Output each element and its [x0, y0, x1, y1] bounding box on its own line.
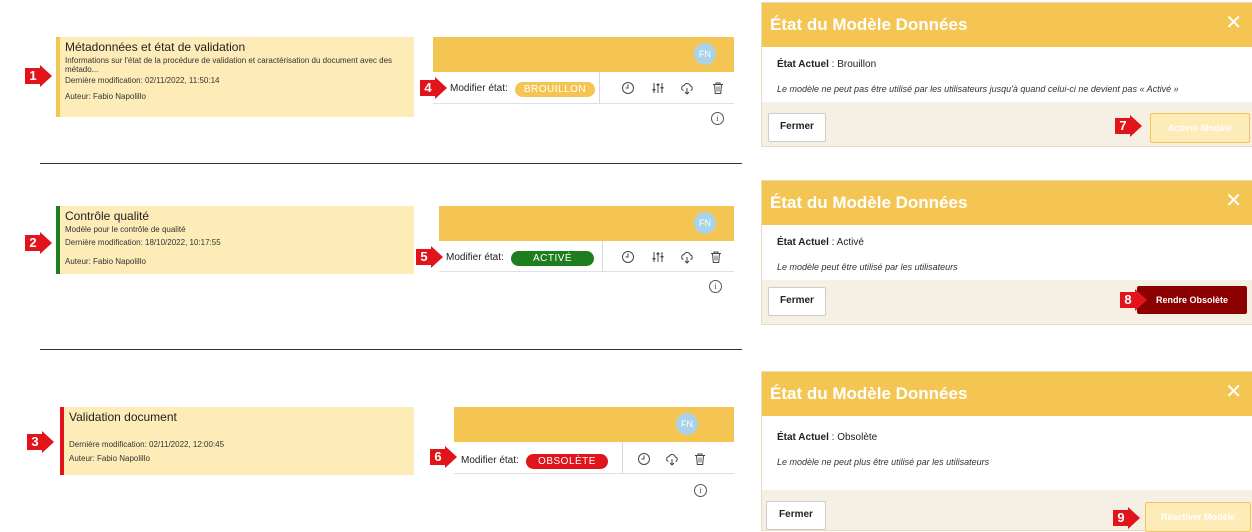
close-button[interactable]: Fermer: [768, 113, 826, 142]
make-obsolete-button[interactable]: Rendre Obsolète: [1137, 286, 1247, 314]
current-state: État Actuel : Activé: [777, 237, 864, 248]
callout-marker: 3: [27, 431, 57, 453]
cloud-download-icon[interactable]: [680, 250, 694, 264]
divider: [599, 72, 600, 103]
info-icon[interactable]: i: [694, 484, 707, 497]
avatar[interactable]: FN: [694, 43, 716, 65]
callout-marker: 2: [25, 232, 55, 254]
divider: [454, 473, 734, 474]
state-modal: État du Modèle Données ✕ État Actuel : Br…: [761, 2, 1252, 147]
divider: [433, 103, 734, 104]
history-icon[interactable]: [637, 452, 651, 466]
sliders-icon[interactable]: [651, 250, 665, 264]
modal-title: État du Modèle Données: [770, 193, 968, 212]
cloud-download-icon[interactable]: [680, 81, 694, 95]
current-state-value: : Obsolète: [831, 432, 878, 443]
document-description: Modèle pour le contrôle de qualité: [65, 225, 186, 234]
document-card[interactable]: Validation document Dernière modificatio…: [60, 407, 414, 475]
modal-title: État du Modèle Données: [770, 15, 968, 34]
state-color-bar: [56, 37, 60, 117]
close-icon[interactable]: ✕: [1225, 382, 1242, 402]
trash-icon[interactable]: [709, 250, 723, 264]
trash-icon[interactable]: [693, 452, 707, 466]
close-button[interactable]: Fermer: [768, 287, 826, 316]
divider: [622, 442, 623, 473]
history-icon[interactable]: [621, 250, 635, 264]
state-message: Le modèle peut être utilisé par les util…: [777, 262, 958, 272]
history-icon[interactable]: [621, 81, 635, 95]
state-modal: État du Modèle Données ✕ État Actuel : Ob…: [761, 371, 1252, 532]
section-separator: [40, 349, 742, 350]
state-badge-obsolete[interactable]: OBSOLÈTE: [526, 454, 608, 469]
section-separator: [40, 163, 742, 164]
document-card[interactable]: Contrôle qualité Modèle pour le contrôle…: [56, 206, 414, 274]
divider: [602, 241, 603, 271]
current-state-value: : Brouillon: [831, 59, 877, 70]
last-modified: Dernière modification: 02/11/2022, 11:50…: [65, 76, 220, 85]
modify-state-label: Modifier état:: [446, 252, 504, 263]
document-title: Métadonnées et état de validation: [65, 40, 246, 54]
state-message: Le modèle ne peut plus être utilisé par …: [777, 457, 990, 467]
activate-model-button[interactable]: Activer Modèle: [1150, 113, 1250, 143]
callout-marker: 4: [420, 77, 450, 99]
last-modified: Dernière modification: 02/11/2022, 12:00…: [69, 440, 225, 449]
current-state: État Actuel : Obsolète: [777, 432, 877, 443]
close-button[interactable]: Fermer: [766, 501, 826, 530]
current-state-label: État Actuel: [777, 59, 829, 70]
modify-state-label: Modifier état:: [450, 83, 508, 94]
sliders-icon[interactable]: [651, 81, 665, 95]
avatar[interactable]: FN: [694, 212, 716, 234]
modify-state-label: Modifier état:: [461, 455, 519, 466]
callout-marker: 1: [25, 65, 55, 87]
state-color-bar: [56, 206, 60, 274]
document-title: Contrôle qualité: [65, 209, 150, 223]
current-state-label: État Actuel: [777, 432, 829, 443]
author: Auteur: Fabio Napolillo: [65, 92, 146, 101]
trash-icon[interactable]: [711, 81, 725, 95]
current-state-value: : Activé: [831, 237, 864, 248]
reactivate-model-button[interactable]: Réactiver Modèle: [1145, 502, 1251, 532]
state-color-bar: [60, 407, 64, 475]
info-icon[interactable]: i: [709, 280, 722, 293]
state-badge-active[interactable]: ACTIVÉ: [511, 251, 594, 266]
document-card[interactable]: Métadonnées et état de validation Inform…: [56, 37, 414, 117]
callout-marker: 7: [1115, 115, 1145, 137]
state-message: Le modèle ne peut pas être utilisé par l…: [777, 84, 1179, 94]
last-modified: Dernière modification: 18/10/2022, 10:17…: [65, 238, 221, 247]
close-icon[interactable]: ✕: [1225, 13, 1242, 33]
callout-marker: 6: [430, 446, 460, 468]
toolbar-header: [433, 37, 734, 72]
info-icon[interactable]: i: [711, 112, 724, 125]
document-title: Validation document: [69, 410, 177, 424]
modal-title: État du Modèle Données: [770, 384, 968, 403]
document-description: Informations sur l'état de la procédure …: [65, 56, 393, 74]
current-state: État Actuel : Brouillon: [777, 59, 876, 70]
cloud-download-icon[interactable]: [665, 452, 679, 466]
divider: [439, 271, 734, 272]
state-modal: État du Modèle Données ✕ État Actuel : Ac…: [761, 180, 1252, 325]
author: Auteur: Fabio Napolillo: [65, 257, 146, 266]
toolbar-header: [439, 206, 734, 241]
callout-marker: 5: [416, 246, 446, 268]
author: Auteur: Fabio Napolillo: [69, 454, 150, 463]
state-badge-draft[interactable]: BROUILLON: [515, 82, 595, 97]
callout-marker: 9: [1113, 507, 1143, 529]
current-state-label: État Actuel: [777, 237, 829, 248]
avatar[interactable]: FN: [676, 413, 698, 435]
close-icon[interactable]: ✕: [1225, 191, 1242, 211]
callout-marker: 8: [1120, 289, 1150, 311]
